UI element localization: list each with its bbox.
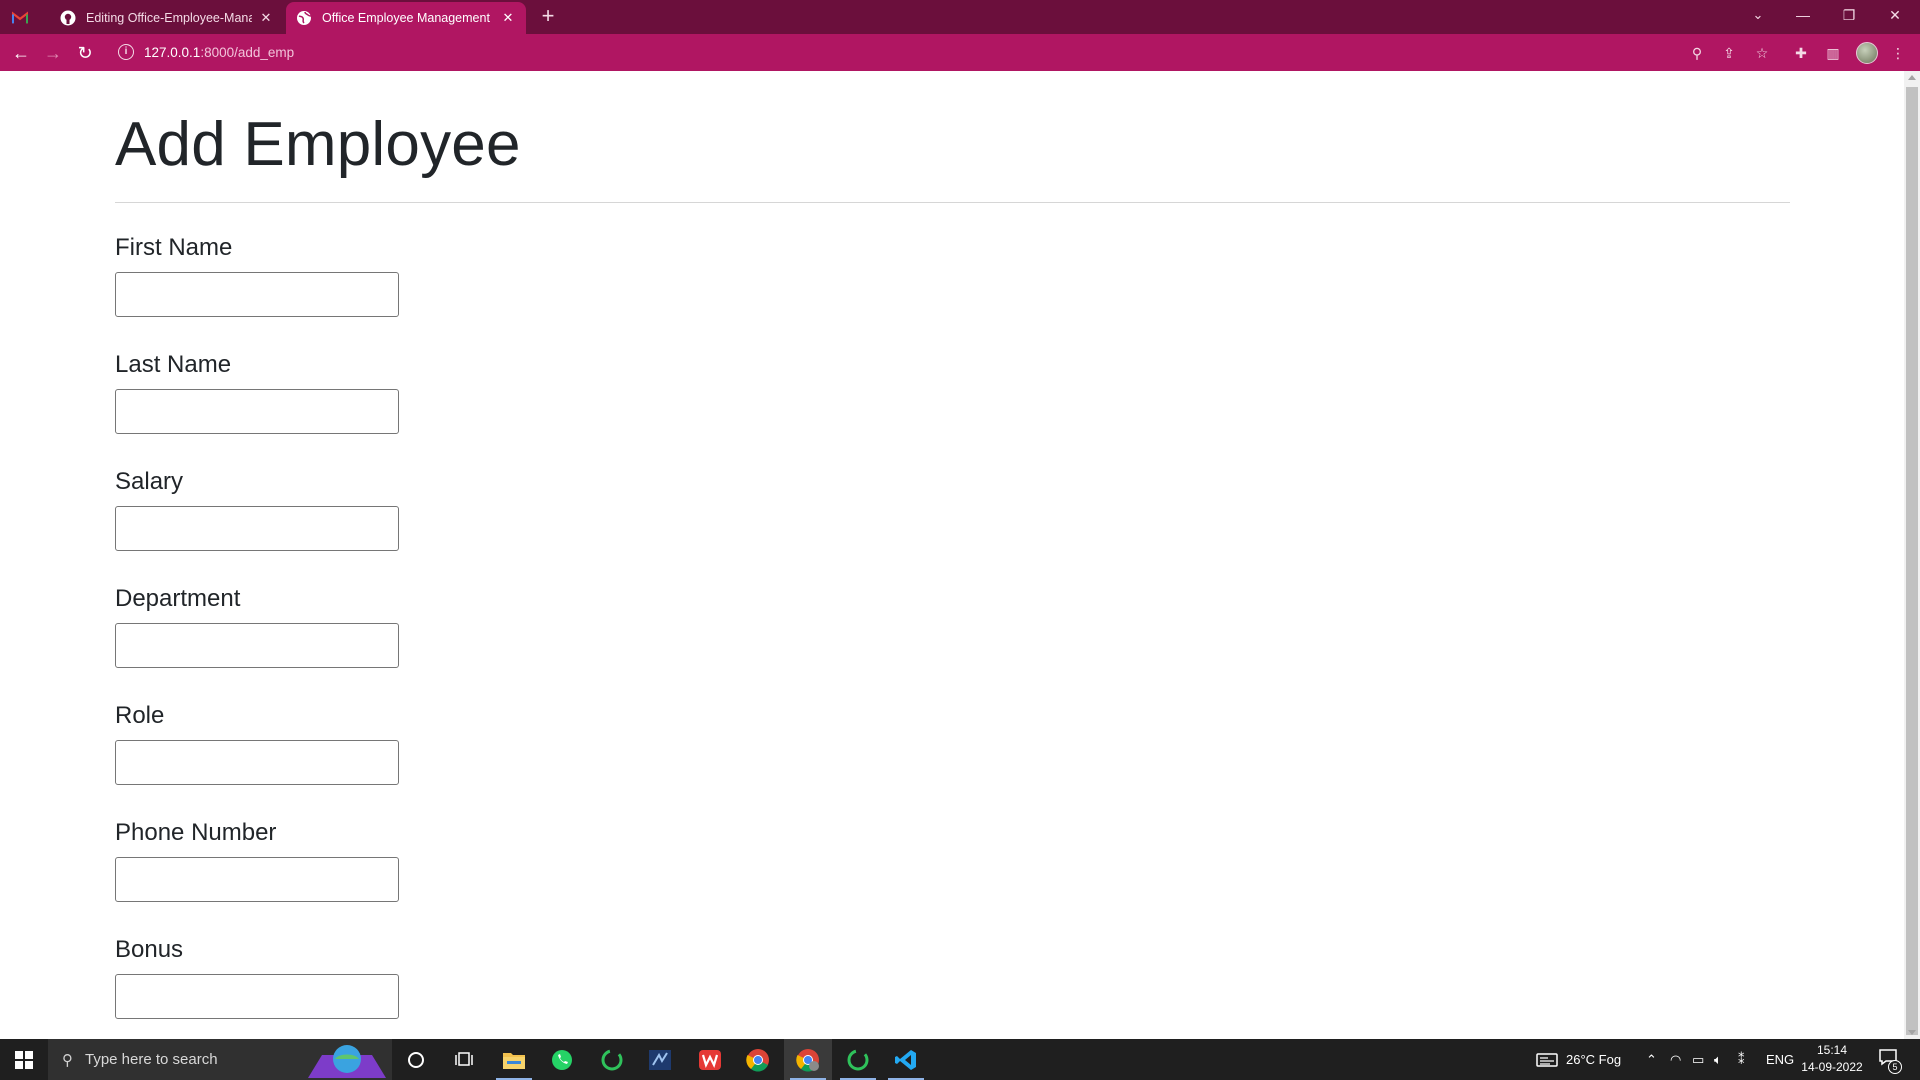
chrome-profile-icon[interactable]	[784, 1039, 832, 1080]
restore-icon[interactable]: ❐	[1826, 0, 1872, 30]
tab-gmail[interactable]	[0, 2, 50, 34]
task-view-icon[interactable]	[440, 1039, 488, 1080]
wps-office-icon[interactable]	[686, 1039, 734, 1080]
taskbar-search[interactable]: ⚲ Type here to search	[48, 1039, 392, 1080]
weather-text: 26°C Fog	[1566, 1052, 1622, 1067]
url-host: 127.0.0.1	[144, 44, 201, 60]
globe-icon	[296, 10, 312, 26]
reload-icon[interactable]: ↻	[72, 40, 98, 66]
phone-number-input[interactable]	[115, 857, 399, 902]
weather-widget[interactable]: 26°C Fog	[1536, 1039, 1621, 1080]
menu-kebab-icon[interactable]: ⋮	[1887, 42, 1909, 64]
page-viewport: Add Employee First Name Last Name Salary…	[0, 71, 1904, 1039]
close-tab-icon[interactable]: ✕	[258, 10, 274, 26]
clock-date: 14-09-2022	[1801, 1060, 1863, 1074]
page-title: Add Employee	[115, 110, 521, 179]
network-icon[interactable]: ◠	[1670, 1039, 1681, 1080]
tab-title: Editing Office-Employee-Manage	[86, 11, 252, 25]
close-window-icon[interactable]: ✕	[1872, 0, 1918, 30]
scroll-down-arrow-icon[interactable]	[1908, 1030, 1916, 1035]
forward-icon[interactable]: →	[40, 40, 66, 66]
address-bar[interactable]: i 127.0.0.1:8000/add_emp	[110, 38, 1760, 66]
search-icon: ⚲	[62, 1051, 73, 1069]
extensions-icon[interactable]: ✚	[1790, 42, 1812, 64]
field-phone-number: Phone Number	[115, 819, 399, 902]
windows-taskbar: ⚲ Type here to search 26°C Fog ⌃ ◠ ▭ 🔈︎ …	[0, 1039, 1920, 1080]
tab-search-icon[interactable]: ⌄	[1746, 2, 1770, 28]
first-name-input[interactable]	[115, 272, 399, 317]
file-explorer-icon[interactable]	[490, 1039, 538, 1080]
role-input[interactable]	[115, 740, 399, 785]
last-name-input[interactable]	[115, 389, 399, 434]
back-icon[interactable]: ←	[8, 40, 34, 66]
volume-icon[interactable]: 🔈︎	[1714, 1039, 1722, 1080]
language-indicator[interactable]: ENG	[1766, 1039, 1794, 1080]
url-path: :8000/add_emp	[200, 44, 295, 60]
input-method-icon[interactable]: ⁑	[1738, 1039, 1745, 1080]
info-icon[interactable]: i	[118, 44, 134, 60]
role-label: Role	[115, 702, 165, 729]
salary-input[interactable]	[115, 506, 399, 551]
last-name-label: Last Name	[115, 351, 232, 378]
clock-time: 15:14	[1816, 1043, 1848, 1057]
start-button[interactable]	[0, 1039, 48, 1080]
chrome-icon[interactable]	[734, 1039, 782, 1080]
python-idle-icon[interactable]	[636, 1039, 684, 1080]
browser-toolbar: ← → ↻ i 127.0.0.1:8000/add_emp ⚲ ⇪ ☆ ✚ ▥…	[0, 34, 1920, 71]
page-scrollbar[interactable]	[1904, 71, 1920, 1039]
minimize-icon[interactable]: —	[1780, 0, 1826, 30]
field-salary: Salary	[115, 468, 399, 551]
github-icon	[60, 10, 76, 26]
share-icon[interactable]: ⇪	[1718, 42, 1740, 64]
zoom-icon[interactable]: ⚲	[1686, 42, 1708, 64]
gmail-icon	[12, 10, 28, 26]
field-department: Department	[115, 585, 399, 668]
close-tab-icon[interactable]: ✕	[500, 10, 516, 26]
app-ring-icon[interactable]	[588, 1039, 636, 1080]
weather-icon	[1536, 1052, 1558, 1067]
profile-avatar[interactable]	[1856, 42, 1878, 64]
bonus-label: Bonus	[115, 936, 184, 963]
scroll-thumb[interactable]	[1906, 87, 1918, 1035]
side-panel-icon[interactable]: ▥	[1822, 42, 1844, 64]
notification-center-icon[interactable]: 5	[1876, 1048, 1902, 1074]
cortana-icon[interactable]	[392, 1039, 440, 1080]
show-hidden-icons-icon[interactable]: ⌃	[1646, 1039, 1657, 1080]
tab-editing-repo[interactable]: Editing Office-Employee-Manage ✕	[50, 2, 284, 34]
vscode-icon[interactable]	[882, 1039, 930, 1080]
department-label: Department	[115, 585, 241, 612]
search-placeholder: Type here to search	[85, 1051, 218, 1068]
field-role: Role	[115, 702, 399, 785]
field-first-name: First Name	[115, 234, 399, 317]
tab-office-employee[interactable]: Office Employee Management Sy ✕	[286, 2, 526, 34]
field-bonus: Bonus	[115, 936, 399, 1019]
department-input[interactable]	[115, 623, 399, 668]
whatsapp-icon[interactable]	[538, 1039, 586, 1080]
battery-icon[interactable]: ▭	[1692, 1039, 1704, 1080]
bonus-input[interactable]	[115, 974, 399, 1019]
notification-count: 5	[1888, 1060, 1902, 1074]
phone-number-label: Phone Number	[115, 819, 277, 846]
salary-label: Salary	[115, 468, 184, 495]
app-ring-2-icon[interactable]	[834, 1039, 882, 1080]
first-name-label: First Name	[115, 234, 233, 261]
tab-title: Office Employee Management Sy	[322, 11, 494, 25]
field-last-name: Last Name	[115, 351, 399, 434]
scroll-up-arrow-icon[interactable]	[1908, 75, 1916, 80]
search-highlight-art-icon	[308, 1045, 386, 1078]
browser-tab-strip: Editing Office-Employee-Manage ✕ Office …	[0, 0, 1920, 34]
divider	[115, 202, 1790, 203]
bookmark-star-icon[interactable]: ☆	[1751, 42, 1773, 64]
windows-logo-icon	[15, 1050, 33, 1069]
new-tab-button[interactable]: +	[536, 4, 560, 28]
clock[interactable]: 15:14 14-09-2022	[1796, 1042, 1868, 1076]
